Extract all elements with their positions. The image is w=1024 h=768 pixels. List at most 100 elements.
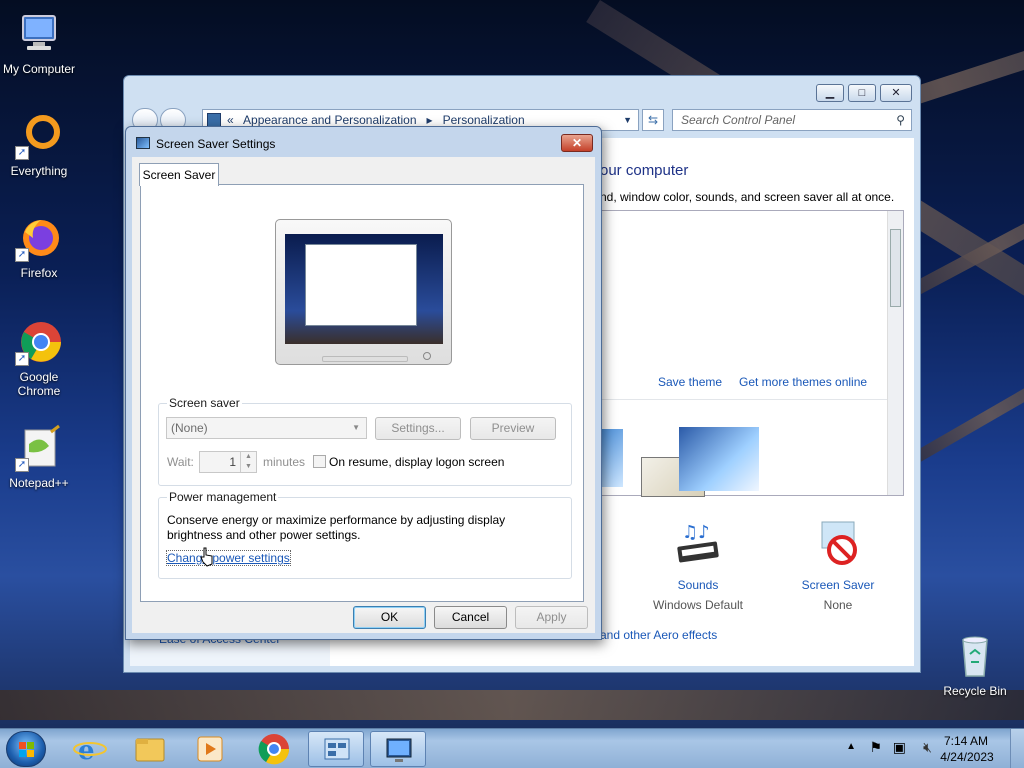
resume-label[interactable]: On resume, display logon screen [329, 455, 504, 469]
firefox-icon: ➚ [15, 214, 63, 262]
show-hidden-icons[interactable]: ▲ [846, 741, 856, 752]
network-icon[interactable]: ▣ [893, 739, 906, 756]
desktop-icon-my-computer[interactable]: My Computer [1, 10, 77, 76]
notepadpp-icon: ➚ [15, 424, 63, 472]
refresh-button[interactable]: ⇆ [642, 109, 664, 131]
screen-saver-label[interactable]: Screen Saver [778, 578, 898, 592]
taskbar-ie[interactable]: e [62, 731, 118, 767]
desktop-icon-notepadpp[interactable]: ➚ Notepad++ [1, 424, 77, 490]
ok-button[interactable]: OK [353, 606, 426, 629]
taskbar-control-panel[interactable] [308, 731, 364, 767]
search-input[interactable]: Search Control Panel ⚲ [672, 109, 912, 131]
sounds-value: Windows Default [652, 598, 744, 612]
wait-label: Wait: [167, 455, 194, 469]
resume-checkbox[interactable] [313, 455, 326, 468]
screen-saver-item[interactable]: Screen Saver None [778, 518, 898, 612]
page-title: our computer [600, 162, 689, 179]
screen-saver-group: Screen saver (None) ▼ Settings... Previe… [158, 396, 572, 486]
dialog-app-icon [136, 137, 150, 149]
screen-saver-group-label: Screen saver [167, 396, 242, 410]
theme-list-scrollbar[interactable] [887, 211, 903, 495]
sounds-item[interactable]: ♫♪ Sounds Windows Default [638, 518, 758, 612]
desktop-icon-recycle-bin[interactable]: Recycle Bin [937, 632, 1013, 698]
close-button[interactable]: ✕ [880, 84, 912, 102]
settings-button[interactable]: Settings... [375, 417, 461, 440]
theme-thumbnail[interactable] [601, 429, 623, 487]
power-description: Conserve energy or maximize performance … [167, 513, 506, 542]
desktop-icon-chrome[interactable]: ➚ Google Chrome [1, 318, 77, 398]
control-panel-icon [207, 113, 221, 127]
internet-explorer-icon: e [73, 736, 107, 766]
chrome-icon: ➚ [15, 318, 63, 366]
sounds-label[interactable]: Sounds [638, 578, 758, 592]
shortcut-arrow-icon: ➚ [15, 352, 29, 366]
show-desktop-button[interactable] [1010, 729, 1024, 768]
clock-date[interactable]: 4/24/2023 [932, 750, 1002, 764]
minimize-button[interactable]: ▁ [816, 84, 844, 102]
desktop-icon-everything[interactable]: ➚ Everything [1, 112, 77, 178]
search-icon[interactable]: ⚲ [896, 110, 905, 130]
windows-logo-icon [19, 742, 34, 757]
mouse-cursor-icon [199, 546, 215, 571]
save-theme-link[interactable]: Save theme [658, 375, 722, 389]
monitor-stand [322, 356, 408, 362]
control-panel-icon [324, 738, 350, 760]
taskbar-media-player[interactable] [182, 731, 238, 767]
preview-screen [285, 234, 443, 344]
breadcrumb-personalization[interactable]: Personalization [443, 113, 525, 127]
stepper-up-icon[interactable]: ▲ [240, 452, 256, 462]
breadcrumb-arrow-icon[interactable]: ▸ [427, 113, 433, 127]
recycle-bin-icon [951, 632, 999, 680]
preview-window [305, 244, 417, 326]
start-button[interactable] [6, 731, 46, 767]
taskbar: e ▲ ⚑ ▣ 🔇︎ 7:14 AM 4/24/2023 [0, 728, 1024, 768]
dialog-body: Screen Saver Screen saver (None) ▼ Setti… [132, 157, 595, 633]
power-management-label: Power management [167, 490, 279, 504]
tab-screen-saver[interactable]: Screen Saver [139, 163, 219, 186]
monitor-preview [275, 219, 452, 365]
action-center-icon[interactable]: ⚑ [869, 739, 882, 756]
taskbar-chrome[interactable] [244, 731, 300, 767]
maximize-button[interactable]: □ [848, 84, 876, 102]
theme-thumbnail[interactable] [679, 427, 759, 491]
taskbar-explorer[interactable] [122, 731, 178, 767]
screen-saver-value: None [823, 598, 853, 612]
stepper-down-icon[interactable]: ▼ [240, 462, 256, 472]
tab-panel: Screen saver (None) ▼ Settings... Previe… [140, 184, 584, 602]
chevron-down-icon[interactable]: ▼ [352, 418, 360, 438]
cancel-button[interactable]: Cancel [434, 606, 507, 629]
volume-muted-icon[interactable]: 🔇︎ [923, 739, 932, 756]
preview-button[interactable]: Preview [470, 417, 556, 440]
theme-divider [601, 399, 887, 400]
wait-stepper[interactable]: 1 ▲ ▼ [199, 451, 257, 473]
minutes-label: minutes [263, 455, 306, 469]
taskbar-screen-saver[interactable] [370, 731, 426, 767]
svg-text:e: e [78, 736, 95, 766]
change-power-settings-link[interactable]: Change power settings [166, 550, 291, 566]
power-management-group: Power management Conserve energy or maxi… [158, 490, 572, 579]
screen-saver-select[interactable]: (None) ▼ [166, 417, 367, 439]
dialog-close-button[interactable]: ✕ [561, 134, 593, 152]
wallpaper-beam [0, 690, 1024, 720]
clock-time[interactable]: 7:14 AM [936, 734, 996, 748]
everything-icon: ➚ [15, 112, 63, 160]
chevron-down-icon[interactable]: ▼ [623, 110, 632, 130]
theme-list[interactable]: Save theme Get more themes online [600, 210, 904, 497]
scroll-thumb[interactable] [890, 229, 901, 307]
media-player-icon [197, 736, 223, 762]
computer-icon [15, 10, 63, 58]
aero-effects-link[interactable]: and other Aero effects [600, 628, 717, 642]
shortcut-arrow-icon: ➚ [15, 248, 29, 262]
display-settings-icon [386, 738, 412, 762]
svg-text:♫♪: ♫♪ [682, 522, 710, 543]
breadcrumb-overflow[interactable]: « [227, 113, 234, 127]
apply-button[interactable]: Apply [515, 606, 588, 629]
breadcrumb-appearance[interactable]: Appearance and Personalization [243, 113, 416, 127]
shortcut-arrow-icon: ➚ [15, 458, 29, 472]
dialog-title: Screen Saver Settings [156, 137, 276, 151]
screen-saver-dialog[interactable]: Screen Saver Settings ✕ Screen Saver Scr… [125, 126, 602, 640]
page-subtitle: nd, window color, sounds, and screen sav… [600, 190, 895, 204]
screen-saver-icon [814, 518, 862, 570]
desktop-icon-firefox[interactable]: ➚ Firefox [1, 214, 77, 280]
get-more-themes-link[interactable]: Get more themes online [739, 375, 867, 389]
